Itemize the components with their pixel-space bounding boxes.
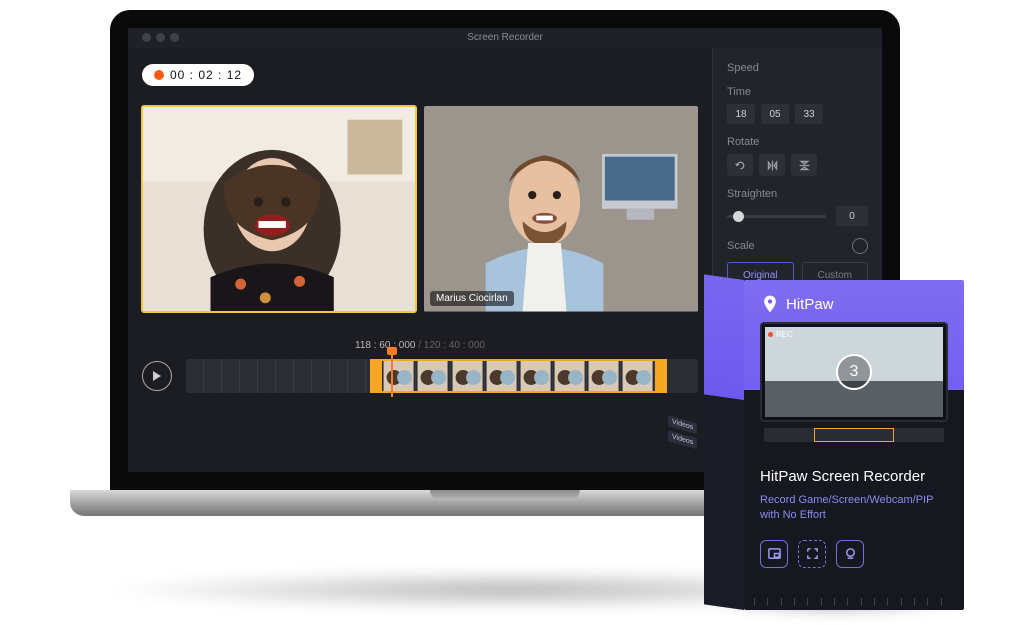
window-controls[interactable] xyxy=(142,33,179,42)
countdown-number: 3 xyxy=(836,354,872,390)
time-minutes-input[interactable]: 05 xyxy=(761,104,789,124)
playhead[interactable] xyxy=(391,349,393,397)
speed-label: Speed xyxy=(727,62,868,74)
feature-screen-icon xyxy=(798,540,826,568)
timeline-position-readout: 118 : 60 : 000 / 120 : 40 : 000 xyxy=(142,340,698,351)
window-titlebar: Screen Recorder xyxy=(128,28,882,48)
flip-horizontal-button[interactable] xyxy=(759,154,785,176)
product-subtitle: Record Game/Screen/Webcam/PIP with No Ef… xyxy=(744,485,964,524)
product-box: Videos Videos HitPaw REC 3 HitPaw Screen… xyxy=(744,280,964,610)
brand-logo: HitPaw xyxy=(744,280,964,314)
feature-pip-icon xyxy=(760,540,788,568)
straighten-label: Straighten xyxy=(727,188,868,200)
reset-scale-button[interactable] xyxy=(852,238,868,254)
video-clip-right[interactable]: Marius Ciocirlan xyxy=(424,106,698,312)
rotate-label: Rotate xyxy=(727,136,868,148)
record-dot-icon xyxy=(154,70,164,80)
feature-webcam-icon xyxy=(836,540,864,568)
flip-vertical-button[interactable] xyxy=(791,154,817,176)
timeline-track[interactable] xyxy=(186,359,698,393)
clip-segment[interactable] xyxy=(370,359,667,393)
recording-indicator: 00 : 02 : 12 xyxy=(142,64,254,86)
straighten-value[interactable]: 0 xyxy=(836,206,868,226)
scale-label: Scale xyxy=(727,240,755,252)
time-seconds-input[interactable]: 33 xyxy=(795,104,823,124)
video-clip-left[interactable] xyxy=(142,106,416,312)
play-button[interactable] xyxy=(142,361,172,391)
product-title: HitPaw Screen Recorder xyxy=(744,442,964,485)
product-monitor-graphic: REC 3 xyxy=(760,322,948,422)
time-label: Time xyxy=(727,86,868,98)
participant-name-tag: Marius Ciocirlan xyxy=(430,291,514,306)
window-title: Screen Recorder xyxy=(467,32,543,43)
straighten-slider[interactable] xyxy=(727,215,826,218)
time-hours-input[interactable]: 18 xyxy=(727,104,755,124)
trim-handle-left[interactable] xyxy=(372,361,382,391)
rotate-left-button[interactable] xyxy=(727,154,753,176)
recording-time: 00 : 02 : 12 xyxy=(170,68,242,82)
trim-handle-right[interactable] xyxy=(655,361,665,391)
